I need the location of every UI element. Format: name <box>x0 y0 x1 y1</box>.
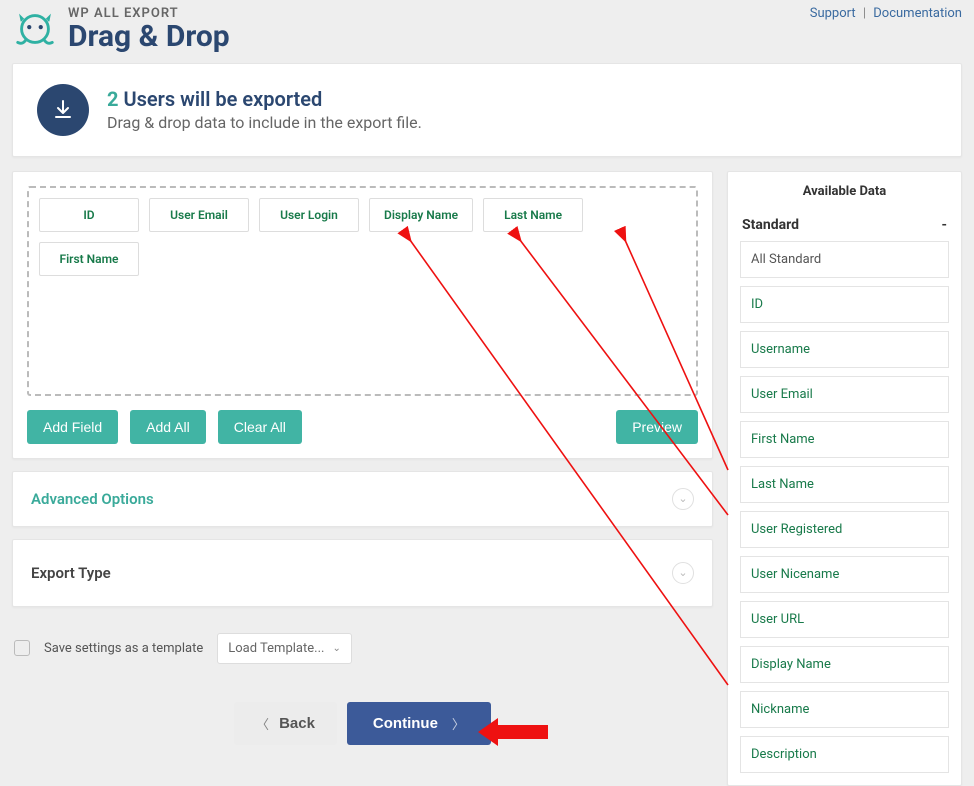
available-item[interactable]: User Email <box>740 376 949 413</box>
available-item[interactable]: ID <box>740 286 949 323</box>
chevron-right-icon: 〉 <box>452 714 465 733</box>
link-separator: | <box>863 6 866 21</box>
available-item[interactable]: Display Name <box>740 646 949 683</box>
available-item[interactable]: Description <box>740 736 949 773</box>
dropzone[interactable]: ID User Email User Login Display Name Last N… <box>27 186 698 396</box>
status-subtext: Drag & drop data to include in the expor… <box>107 113 422 132</box>
logo-icon <box>12 6 58 52</box>
support-link[interactable]: Support <box>810 6 856 21</box>
top-links: Support | Documentation <box>810 6 962 21</box>
preview-button[interactable]: Preview <box>616 410 698 444</box>
export-count: 2 <box>107 87 118 111</box>
field-chip[interactable]: ID <box>39 198 139 232</box>
builder-card: ID User Email User Login Display Name Last N… <box>12 171 713 459</box>
chevron-left-icon: 〈 <box>256 714 269 733</box>
available-item[interactable]: User Nicename <box>740 556 949 593</box>
continue-button[interactable]: Continue 〉 <box>347 702 491 745</box>
advanced-options-panel[interactable]: Advanced Options ⌄ <box>12 471 713 527</box>
field-chip[interactable]: Display Name <box>369 198 473 232</box>
available-item[interactable]: All Standard <box>740 241 949 278</box>
field-chip[interactable]: First Name <box>39 242 139 276</box>
continue-label: Continue <box>373 715 438 732</box>
status-headline: 2 Users will be exported <box>107 87 422 111</box>
export-type-label: Export Type <box>31 564 111 582</box>
load-template-value: Load Template... <box>228 641 324 656</box>
documentation-link[interactable]: Documentation <box>873 6 962 21</box>
section-standard-label: Standard <box>742 217 799 233</box>
status-suffix: Users will be exported <box>123 87 322 111</box>
available-item[interactable]: First Name <box>740 421 949 458</box>
available-item[interactable]: User URL <box>740 601 949 638</box>
field-chip[interactable]: Last Name <box>483 198 583 232</box>
add-all-button[interactable]: Add All <box>130 410 206 444</box>
field-chip[interactable]: User Login <box>259 198 359 232</box>
back-button[interactable]: 〈 Back <box>234 702 337 745</box>
brand: WP ALL EXPORT Drag & Drop <box>12 6 230 53</box>
page-title: Drag & Drop <box>68 21 230 53</box>
advanced-options-label: Advanced Options <box>31 490 154 508</box>
field-chip[interactable]: User Email <box>149 198 249 232</box>
status-card: 2 Users will be exported Drag & drop dat… <box>12 63 962 157</box>
save-template-checkbox[interactable] <box>14 640 30 656</box>
available-item[interactable]: User Registered <box>740 511 949 548</box>
collapse-icon: - <box>941 217 947 233</box>
available-item[interactable]: Username <box>740 331 949 368</box>
available-data-title: Available Data <box>740 184 949 199</box>
available-data-panel: Available Data Standard - All Standard ID… <box>727 171 962 786</box>
chevron-down-icon: ⌄ <box>672 562 694 584</box>
available-item[interactable]: Nickname <box>740 691 949 728</box>
chevron-down-icon: ⌄ <box>332 643 340 654</box>
load-template-select[interactable]: Load Template... ⌄ <box>217 633 352 664</box>
chevron-down-icon: ⌄ <box>672 488 694 510</box>
save-template-label: Save settings as a template <box>44 641 203 656</box>
available-item[interactable]: Last Name <box>740 466 949 503</box>
export-type-panel[interactable]: Export Type ⌄ <box>12 539 713 607</box>
download-icon <box>37 84 89 136</box>
section-standard[interactable]: Standard - <box>740 209 949 241</box>
clear-all-button[interactable]: Clear All <box>218 410 302 444</box>
back-label: Back <box>279 715 315 732</box>
add-field-button[interactable]: Add Field <box>27 410 118 444</box>
